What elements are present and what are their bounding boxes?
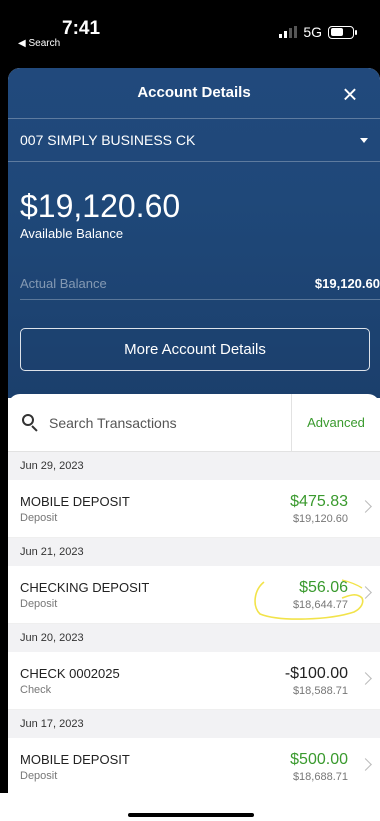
home-indicator[interactable] [128,813,254,817]
more-account-details-button[interactable]: More Account Details [20,328,370,371]
transaction-type: Check [20,683,52,696]
transaction-row[interactable]: CHECKING DEPOSIT Deposit $56.06 $18,644.… [8,566,380,624]
actual-balance-label: Actual Balance [20,276,107,291]
close-icon[interactable]: × [332,76,368,112]
status-indicators: 5G [279,24,357,40]
status-time: 7:41 [62,18,101,39]
transaction-row[interactable]: MOBILE DEPOSIT Deposit $475.83 $19,120.6… [8,480,380,538]
transaction-type: Deposit [20,597,58,610]
status-bar: 7:41 ◀ Search 5G [0,0,380,66]
transaction-name: CHECK 0002025 [20,665,120,681]
transaction-row[interactable]: MOBILE DEPOSIT Deposit $500.00 $18,688.7… [8,738,380,796]
search-icon [22,414,39,432]
date-header: Jun 29, 2023 [8,452,380,480]
date-header: Jun 17, 2023 [8,710,380,738]
back-to-search-link[interactable]: ◀ Search [18,38,60,49]
chevron-right-icon [359,500,372,513]
running-balance: $19,120.60 [292,512,348,525]
transaction-name: MOBILE DEPOSIT [20,751,130,767]
transaction-name: MOBILE DEPOSIT [20,493,130,509]
account-name: 007 SIMPLY BUSINESS CK [20,132,196,148]
transactions-panel: Advanced Jun 29, 2023 MOBILE DEPOSIT Dep… [8,394,380,821]
transaction-type: Deposit [20,769,58,782]
transaction-type: Deposit [20,511,58,524]
transaction-amount: $500.00 [290,750,348,768]
chevron-right-icon [359,672,372,685]
chevron-right-icon [359,758,372,771]
signal-icon [279,26,298,38]
account-details-sheet: Account Details × 007 SIMPLY BUSINESS CK… [8,68,380,821]
running-balance: $18,644.77 [292,598,348,611]
available-balance-label: Available Balance [20,226,124,241]
transaction-amount: $475.83 [290,492,348,510]
transaction-amount: -$100.00 [284,664,348,682]
running-balance: $18,688.71 [292,770,348,783]
date-header: Jun 20, 2023 [8,624,380,652]
running-balance: $18,588.71 [292,684,348,697]
page-title: Account Details [137,84,251,101]
battery-icon [328,25,357,39]
search-row: Advanced [8,394,380,452]
transaction-row[interactable]: CHECK 0002025 Check -$100.00 $18,588.71 [8,652,380,710]
transaction-amount: $56.06 [299,578,348,596]
account-header: Account Details × 007 SIMPLY BUSINESS CK… [8,68,380,398]
advanced-search-button[interactable]: Advanced [292,415,380,430]
search-box[interactable] [8,394,292,451]
available-balance: $19,120.60 [20,188,181,224]
date-header: Jun 21, 2023 [8,538,380,566]
actual-balance-row: Actual Balance $19,120.60 [20,268,380,300]
search-input[interactable] [49,414,259,431]
network-label: 5G [303,24,322,40]
actual-balance-value: $19,120.60 [314,276,380,291]
account-selector[interactable]: 007 SIMPLY BUSINESS CK [8,118,380,162]
transaction-name: CHECKING DEPOSIT [20,579,150,595]
chevron-right-icon [359,586,372,599]
chevron-down-icon [360,137,368,143]
